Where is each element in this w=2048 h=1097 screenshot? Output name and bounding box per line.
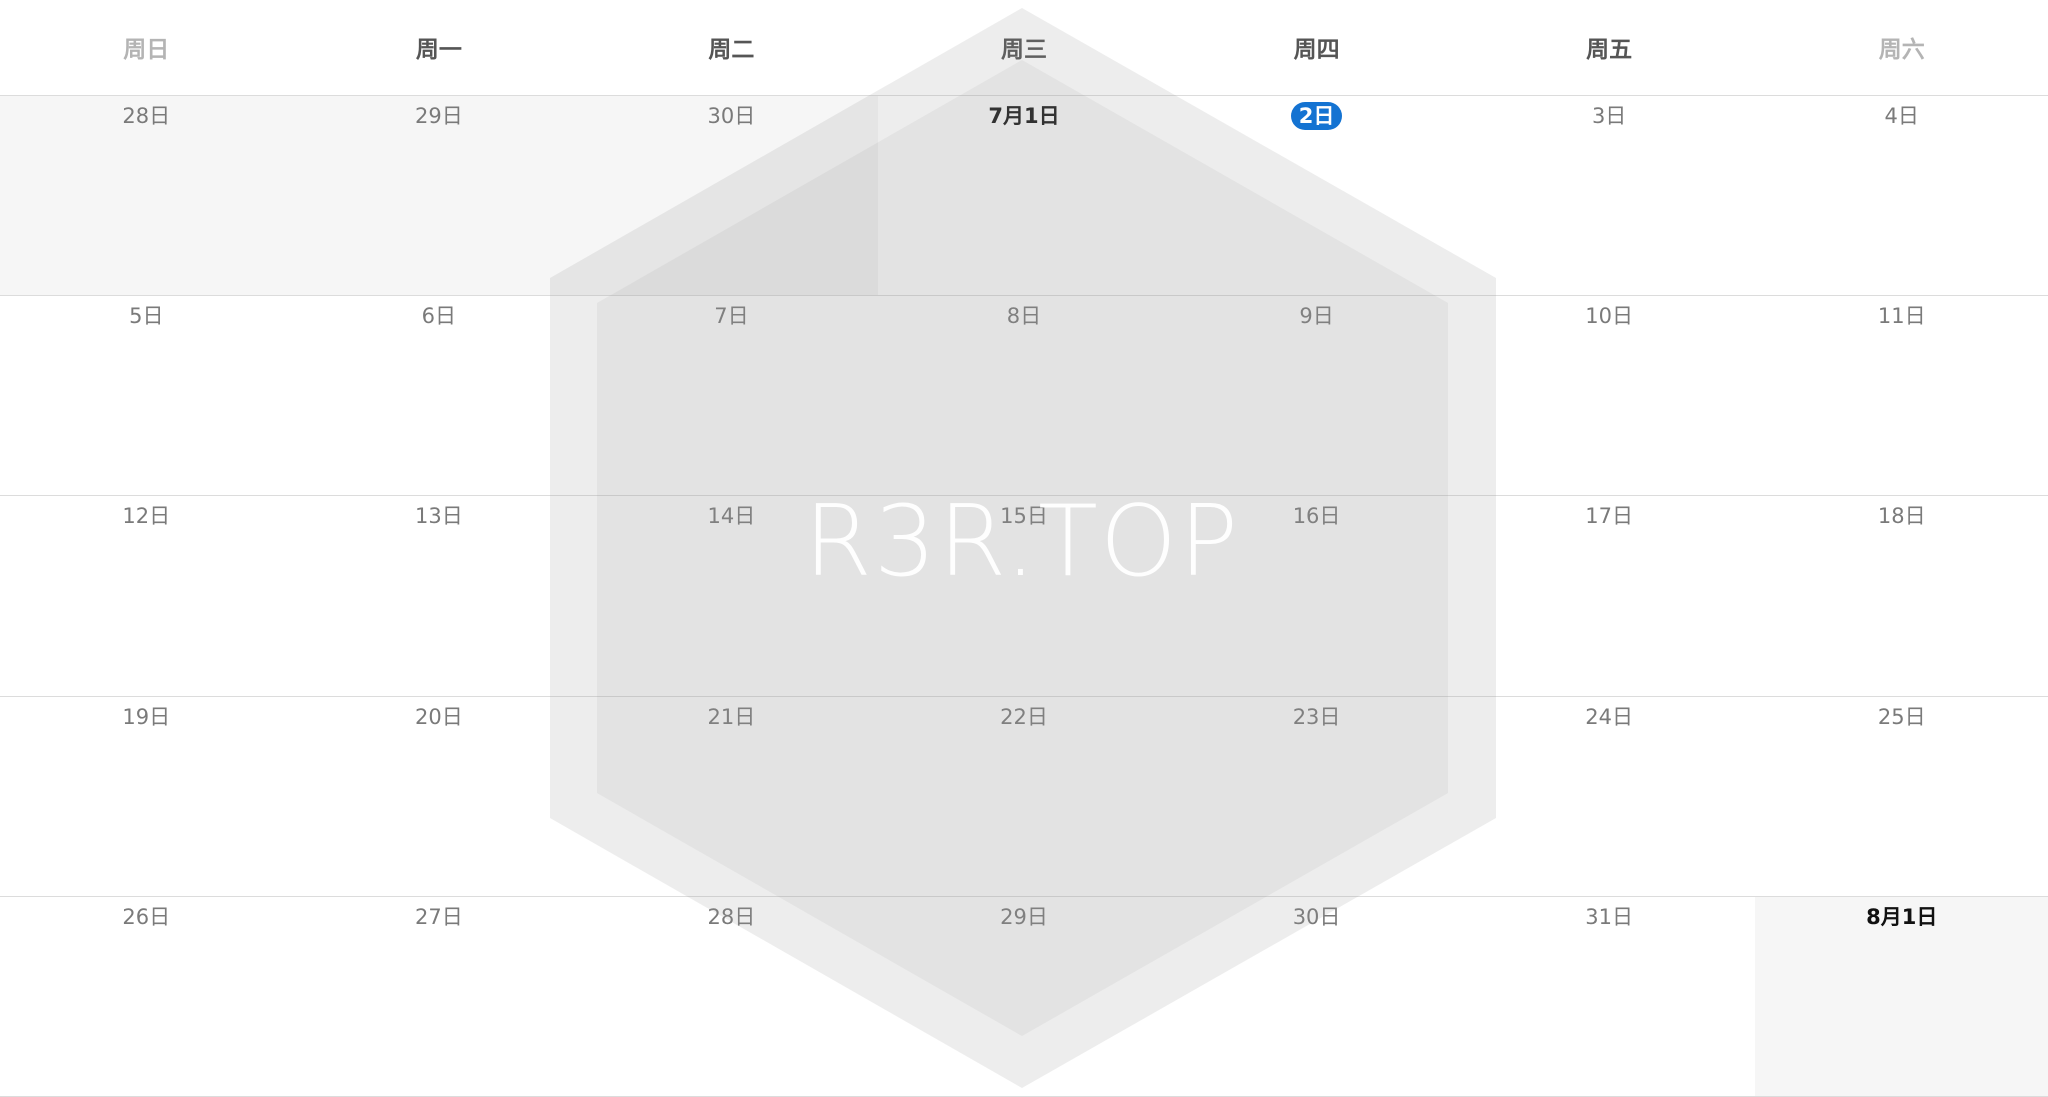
day-label: 30日 (1292, 904, 1341, 929)
day-cell[interactable]: 5日 (0, 296, 293, 495)
day-label: 28日 (122, 104, 171, 128)
day-label: 18日 (1877, 504, 1926, 529)
day-cell[interactable]: 29日 (878, 897, 1171, 1096)
day-label: 8日 (1006, 304, 1042, 329)
day-label: 17日 (1585, 504, 1633, 529)
day-cell[interactable]: 30日 (1170, 897, 1463, 1096)
day-label: 27日 (414, 904, 463, 929)
weekday-friday: 周五 (1586, 36, 1633, 63)
week-row: 19日 20日 21日 22日 23日 24日 25日 (0, 697, 2048, 897)
day-label: 30日 (707, 104, 756, 128)
day-label: 29日 (414, 104, 463, 128)
weekday-saturday: 周六 (1878, 36, 1925, 63)
day-label: 10日 (1585, 304, 1633, 329)
day-cell[interactable]: 15日 (878, 496, 1171, 695)
weekday-header: 周日 周一 周二 周三 周四 周五 周六 (0, 0, 2048, 96)
day-label: 21日 (707, 704, 756, 729)
day-label: 8月1日 (1866, 904, 1938, 929)
month-calendar: 周日 周一 周二 周三 周四 周五 周六 28日 29日 30日 7月1日 2日… (0, 0, 2048, 1097)
day-label: 25日 (1877, 704, 1926, 729)
day-cell[interactable]: 7日 (585, 296, 878, 495)
week-row: 26日 27日 28日 29日 30日 31日 8月1日 (0, 896, 2048, 1097)
day-label: 9日 (1299, 304, 1334, 329)
day-label: 13日 (414, 504, 463, 529)
day-cell[interactable]: 25日 (1755, 697, 2048, 896)
weekday-thursday: 周四 (1293, 36, 1340, 63)
day-label: 15日 (1000, 504, 1048, 529)
day-cell[interactable]: 20日 (293, 697, 586, 896)
day-label: 26日 (122, 904, 171, 929)
day-label: 24日 (1585, 704, 1633, 729)
day-cell[interactable]: 29日 (292, 96, 586, 296)
day-cell[interactable]: 12日 (0, 496, 293, 695)
week-row: 5日 6日 7日 8日 9日 10日 11日 (0, 296, 2048, 497)
today-badge: 2日 (1290, 102, 1343, 130)
day-label: 19日 (122, 704, 171, 729)
day-label: 7日 (714, 304, 749, 329)
day-cell[interactable]: 28日 (0, 96, 293, 296)
day-cell[interactable]: 11日 (1755, 296, 2048, 495)
day-label: 14日 (707, 504, 756, 529)
day-label: 20日 (414, 704, 463, 729)
day-cell[interactable]: 13日 (293, 496, 586, 695)
day-label: 29日 (1000, 904, 1048, 929)
day-cell[interactable]: 14日 (585, 496, 878, 695)
day-cell[interactable]: 10日 (1463, 296, 1756, 495)
day-label: 5日 (129, 304, 164, 329)
day-cell[interactable]: 31日 (1463, 897, 1756, 1096)
day-cell-today[interactable]: 2日 (1170, 96, 1463, 295)
day-label: 16日 (1292, 504, 1341, 529)
day-label: 3日 (1591, 104, 1627, 128)
weekday-monday: 周一 (415, 36, 462, 63)
day-cell[interactable]: 8日 (878, 296, 1171, 495)
day-label: 23日 (1292, 704, 1341, 729)
day-label: 28日 (707, 904, 756, 929)
weekday-sunday: 周日 (123, 36, 170, 63)
day-label: 12日 (122, 504, 171, 529)
day-cell[interactable]: 24日 (1463, 697, 1756, 896)
calendar-grid: 28日 29日 30日 7月1日 2日 3日 4日 5日 6日 7日 8日 9日… (0, 96, 2048, 1097)
day-cell[interactable]: 19日 (0, 697, 293, 896)
day-cell[interactable]: 22日 (878, 697, 1171, 896)
day-cell[interactable]: 7月1日 (878, 96, 1171, 295)
day-label: 11日 (1877, 304, 1926, 329)
day-cell[interactable]: 9日 (1170, 296, 1463, 495)
day-label: 7月1日 (988, 104, 1060, 128)
day-cell[interactable]: 3日 (1463, 96, 1756, 295)
day-cell[interactable]: 30日 (585, 96, 878, 296)
day-cell[interactable]: 27日 (293, 897, 586, 1096)
day-cell[interactable]: 26日 (0, 897, 293, 1096)
day-cell[interactable]: 23日 (1170, 697, 1463, 896)
day-cell[interactable]: 6日 (293, 296, 586, 495)
weekday-tuesday: 周二 (708, 36, 755, 63)
week-row: 12日 13日 14日 15日 16日 17日 18日 (0, 496, 2048, 697)
day-cell[interactable]: 16日 (1170, 496, 1463, 695)
day-cell[interactable]: 4日 (1755, 96, 2048, 295)
weekday-wednesday: 周三 (1000, 36, 1047, 63)
day-label: 6日 (421, 304, 457, 329)
day-label: 4日 (1884, 104, 1919, 128)
day-label: 31日 (1585, 904, 1633, 929)
day-cell[interactable]: 17日 (1463, 496, 1756, 695)
day-cell[interactable]: 8月1日 (1755, 896, 2048, 1096)
day-cell[interactable]: 28日 (585, 897, 878, 1096)
week-row: 28日 29日 30日 7月1日 2日 3日 4日 (0, 96, 2048, 297)
day-cell[interactable]: 21日 (585, 697, 878, 896)
day-cell[interactable]: 18日 (1755, 496, 2048, 695)
day-label: 22日 (1000, 704, 1048, 729)
